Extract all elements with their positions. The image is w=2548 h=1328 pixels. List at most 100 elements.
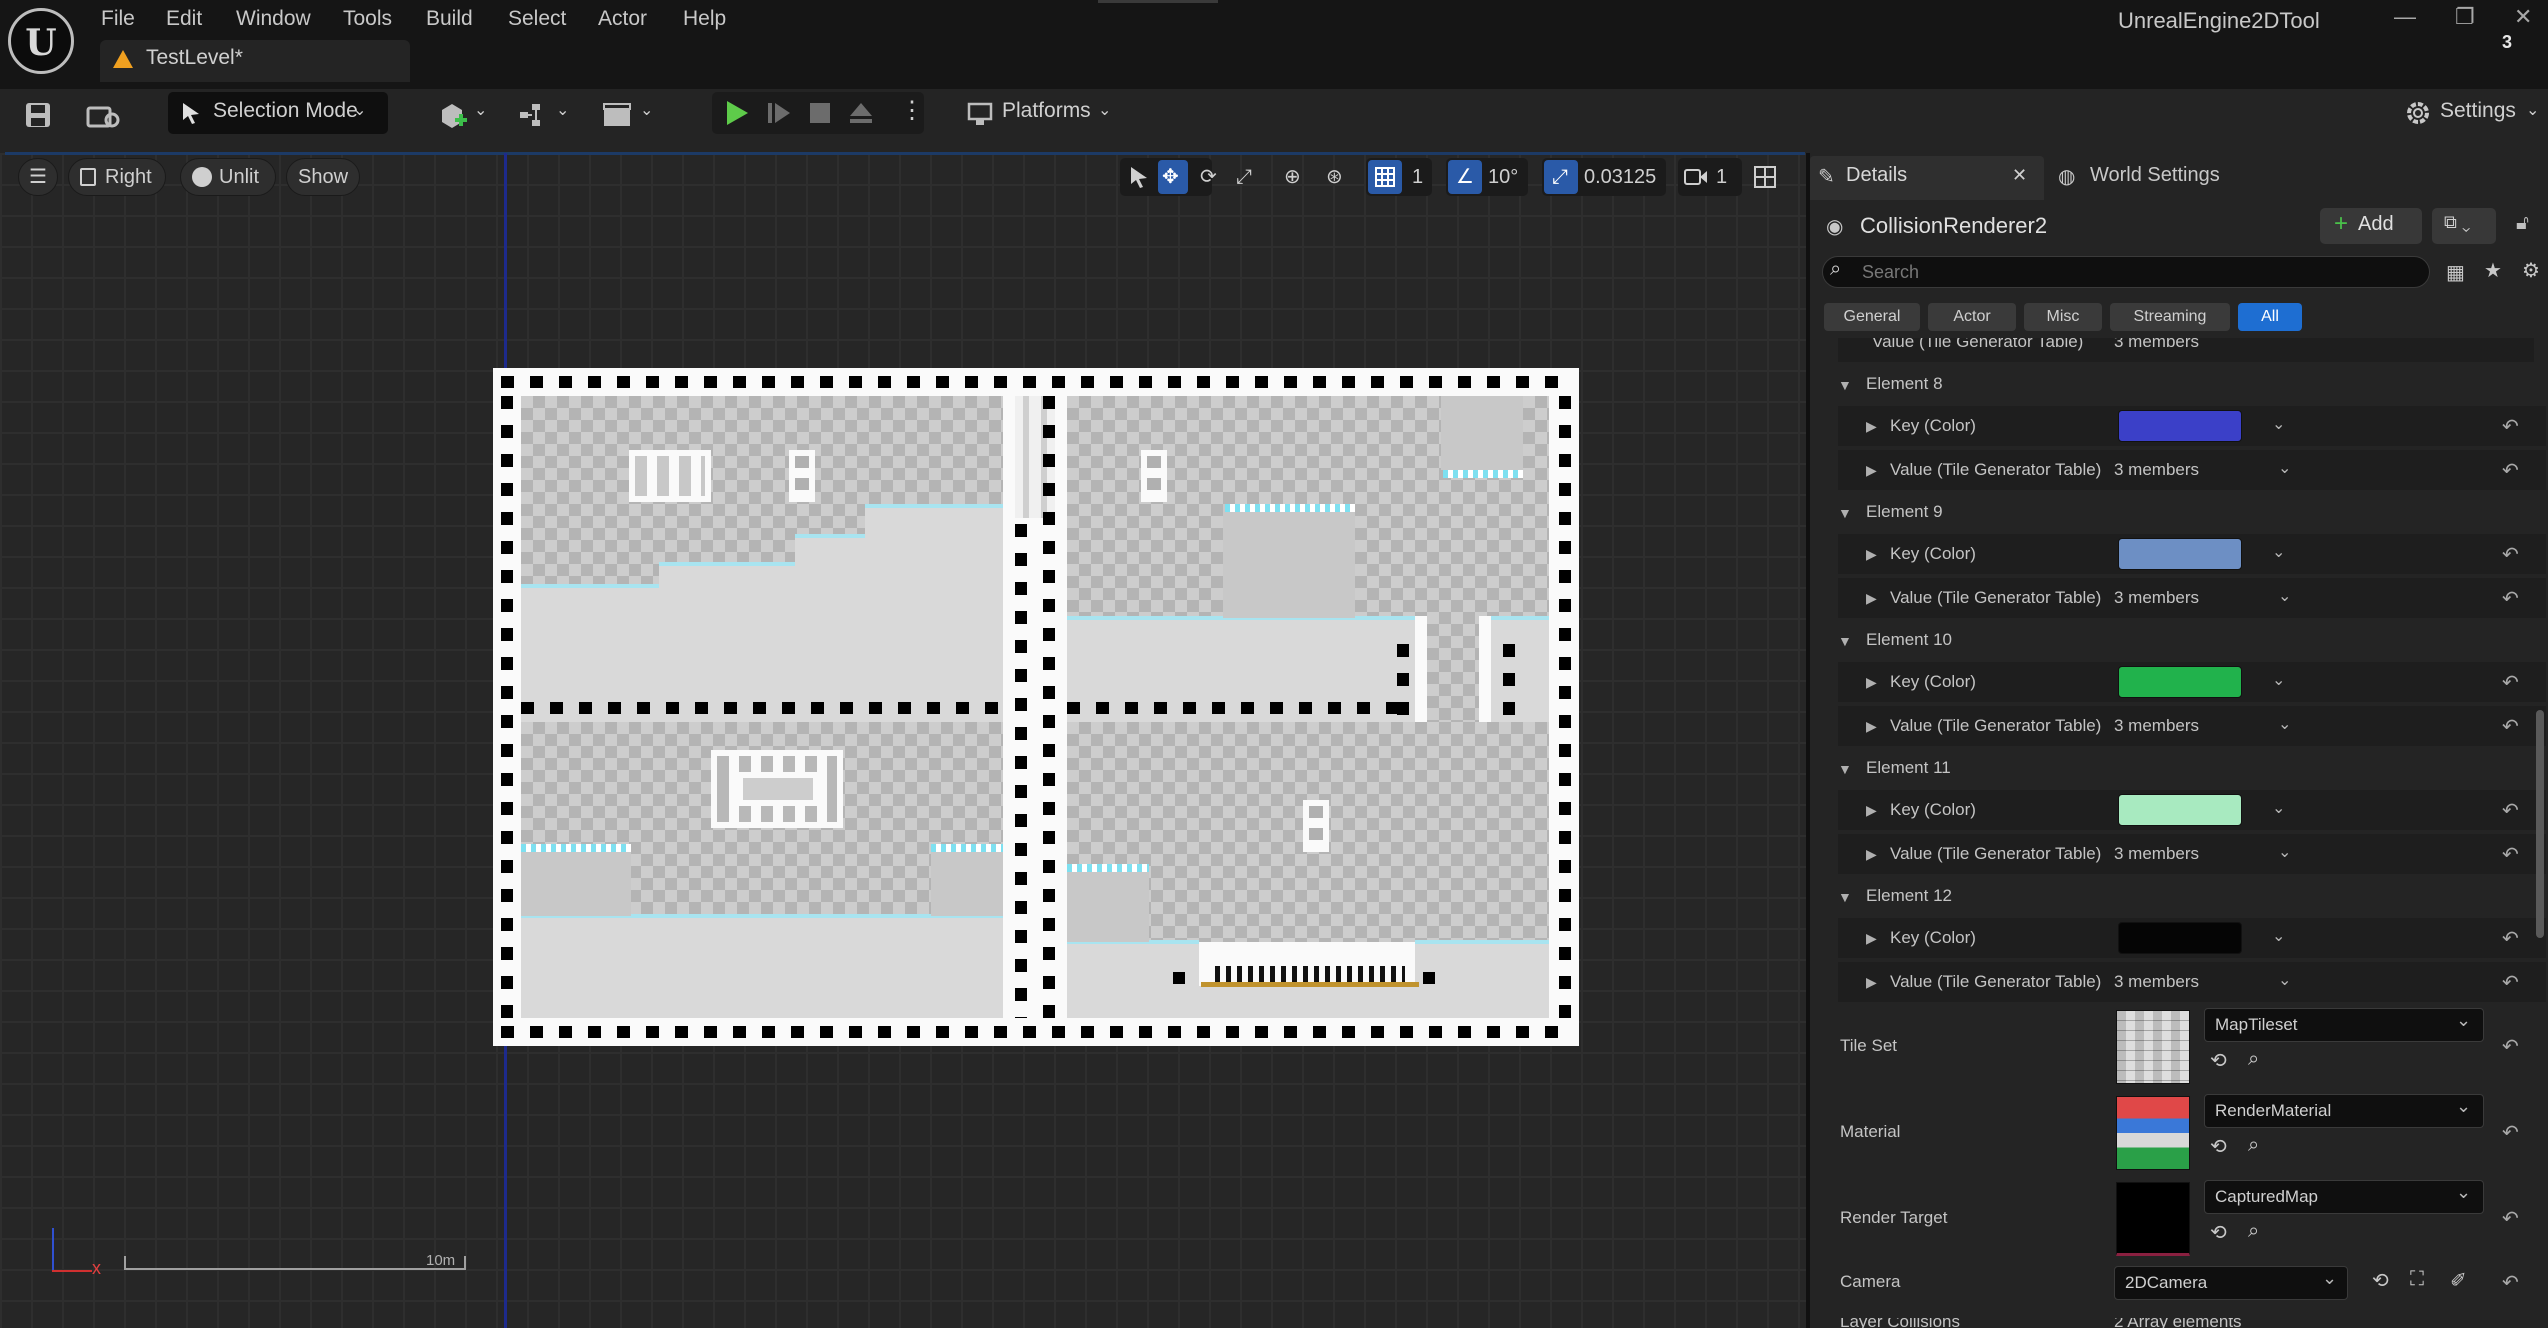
use-selected-icon[interactable]: ⟲ xyxy=(2372,1268,2389,1293)
menu-edit[interactable]: Edit xyxy=(166,2,202,36)
use-selected-icon[interactable]: ⟲ xyxy=(2210,1134,2227,1159)
step-icon[interactable] xyxy=(766,100,792,126)
tileset-thumbnail[interactable] xyxy=(2116,1010,2190,1084)
expand-arrow-icon[interactable]: ▶ xyxy=(1866,802,1877,819)
render-target-thumbnail[interactable] xyxy=(2116,1182,2190,1256)
select-tool-icon[interactable] xyxy=(1128,165,1150,189)
chevron-down-icon[interactable]: ⌄ xyxy=(2272,926,2285,946)
select-actor-icon[interactable]: ⛶ xyxy=(2410,1268,2424,1291)
play-icon[interactable] xyxy=(724,99,750,127)
color-swatch[interactable] xyxy=(2118,538,2242,570)
platforms-button[interactable]: Platforms xyxy=(1002,99,1091,123)
chevron-down-icon[interactable]: ⌄ xyxy=(2272,414,2285,434)
render-target-asset-dropdown[interactable]: CapturedMap xyxy=(2204,1180,2484,1214)
material-asset-dropdown[interactable]: RenderMaterial xyxy=(2204,1094,2484,1128)
color-swatch[interactable] xyxy=(2118,922,2242,954)
expand-arrow-icon[interactable]: ▶ xyxy=(1866,590,1877,607)
chevron-down-icon[interactable]: ⌄ xyxy=(2272,798,2285,818)
details-scrollbar[interactable] xyxy=(2536,710,2544,938)
color-swatch[interactable] xyxy=(2118,666,2242,698)
close-window-icon[interactable]: ✕ xyxy=(2514,4,2532,30)
scale-tool-icon[interactable]: ⤢ xyxy=(1236,158,1252,196)
reset-icon[interactable]: ↶ xyxy=(2502,542,2519,567)
restore-icon[interactable]: ❐ xyxy=(2455,4,2475,30)
viewport-menu-button[interactable]: ☰ xyxy=(18,158,58,196)
tileset-asset-dropdown[interactable]: MapTileset xyxy=(2204,1008,2484,1042)
reset-icon[interactable]: ↶ xyxy=(2502,970,2519,995)
menu-tools[interactable]: Tools xyxy=(343,2,392,36)
world-space-icon[interactable]: ⊕ xyxy=(1284,158,1301,196)
menu-actor[interactable]: Actor xyxy=(598,2,647,36)
eject-icon[interactable] xyxy=(848,100,874,126)
chevron-down-icon[interactable]: ⌄ xyxy=(2278,842,2291,862)
unreal-engine-logo[interactable]: U xyxy=(8,8,74,74)
material-thumbnail[interactable] xyxy=(2116,1096,2190,1170)
settings-button[interactable]: Settings xyxy=(2440,99,2516,123)
browse-asset-icon[interactable]: ⌕ xyxy=(2248,1048,2259,1071)
menu-help[interactable]: Help xyxy=(683,2,726,36)
chevron-down-icon[interactable]: ⌄ xyxy=(2278,970,2291,990)
expand-arrow-icon[interactable]: ▶ xyxy=(1866,418,1877,435)
reset-icon[interactable]: ↶ xyxy=(2502,842,2519,867)
reset-icon[interactable]: ↶ xyxy=(2502,414,2519,439)
reset-icon[interactable]: ↶ xyxy=(2502,798,2519,823)
gear-icon[interactable] xyxy=(2404,99,2432,127)
browse-asset-icon[interactable]: ⌕ xyxy=(2248,1134,2259,1157)
reset-icon[interactable]: ↶ xyxy=(2502,1120,2519,1145)
save-icon[interactable] xyxy=(24,101,52,129)
expand-arrow-icon[interactable]: ▶ xyxy=(1866,718,1877,735)
content-browser-icon[interactable] xyxy=(86,100,122,130)
chevron-down-icon[interactable]: ⌄ xyxy=(474,100,487,120)
grid-snap-value[interactable]: 1 xyxy=(1412,158,1423,196)
filter-misc[interactable]: Misc xyxy=(2024,303,2102,331)
menu-file[interactable]: File xyxy=(101,2,135,36)
use-selected-icon[interactable]: ⟲ xyxy=(2210,1048,2227,1073)
chevron-down-icon[interactable]: ⌄ xyxy=(2278,714,2291,734)
world-settings-tab[interactable]: World Settings xyxy=(2090,164,2220,187)
reset-icon[interactable]: ↶ xyxy=(2502,670,2519,695)
menu-select[interactable]: Select xyxy=(508,2,566,36)
camera-speed-value[interactable]: 1 xyxy=(1716,158,1727,196)
collapse-arrow-icon[interactable]: ▼ xyxy=(1838,889,1852,905)
chevron-down-icon[interactable]: ⌄ xyxy=(640,100,653,120)
filter-streaming[interactable]: Streaming xyxy=(2110,303,2230,331)
expand-arrow-icon[interactable]: ▶ xyxy=(1866,846,1877,863)
add-actor-icon[interactable] xyxy=(438,100,468,130)
lock-icon[interactable]: 🔓︎ xyxy=(2516,212,2529,235)
platforms-icon[interactable] xyxy=(966,100,994,128)
color-swatch[interactable] xyxy=(2118,410,2242,442)
filter-all[interactable]: All xyxy=(2238,303,2302,331)
reset-icon[interactable]: ↶ xyxy=(2502,714,2519,739)
use-selected-icon[interactable]: ⟲ xyxy=(2210,1220,2227,1245)
reset-icon[interactable]: ↶ xyxy=(2502,1270,2519,1295)
chevron-down-icon[interactable]: ⌄ xyxy=(2278,458,2291,478)
collapse-arrow-icon[interactable]: ▼ xyxy=(1838,377,1852,393)
reset-icon[interactable]: ↶ xyxy=(2502,926,2519,951)
rotate-tool-icon[interactable]: ⟳ xyxy=(1200,158,1217,196)
camera-icon[interactable] xyxy=(1684,168,1708,186)
chevron-down-icon[interactable]: ⌄ xyxy=(556,100,569,120)
close-tab-icon[interactable]: ✕ xyxy=(2012,165,2027,186)
gear-icon[interactable]: ⚙ xyxy=(2522,258,2540,283)
reset-icon[interactable]: ↶ xyxy=(2502,586,2519,611)
minimize-icon[interactable]: — xyxy=(2394,4,2416,30)
chevron-down-icon[interactable]: ⌄ xyxy=(2272,542,2285,562)
show-button[interactable]: Show xyxy=(286,158,360,196)
reset-icon[interactable]: ↶ xyxy=(2502,1206,2519,1231)
expand-arrow-icon[interactable]: ▶ xyxy=(1866,974,1877,991)
collapse-arrow-icon[interactable]: ▼ xyxy=(1838,633,1852,649)
browse-asset-icon[interactable]: ⌕ xyxy=(2248,1220,2259,1243)
menu-window[interactable]: Window xyxy=(236,2,311,36)
filter-general[interactable]: General xyxy=(1824,303,1920,331)
more-options-icon[interactable]: ⋮ xyxy=(900,96,924,125)
color-swatch[interactable] xyxy=(2118,794,2242,826)
reset-icon[interactable]: ↶ xyxy=(2502,1034,2519,1059)
filter-actor[interactable]: Actor xyxy=(1928,303,2016,331)
expand-arrow-icon[interactable]: ▶ xyxy=(1866,462,1877,479)
star-icon[interactable]: ★ xyxy=(2484,258,2502,283)
chevron-down-icon[interactable]: ⌄ xyxy=(2278,586,2291,606)
expand-arrow-icon[interactable]: ▶ xyxy=(1866,930,1877,947)
blueprint-icon[interactable] xyxy=(518,100,552,130)
stop-icon[interactable] xyxy=(808,101,832,125)
chevron-down-icon[interactable]: ⌄ xyxy=(2272,670,2285,690)
